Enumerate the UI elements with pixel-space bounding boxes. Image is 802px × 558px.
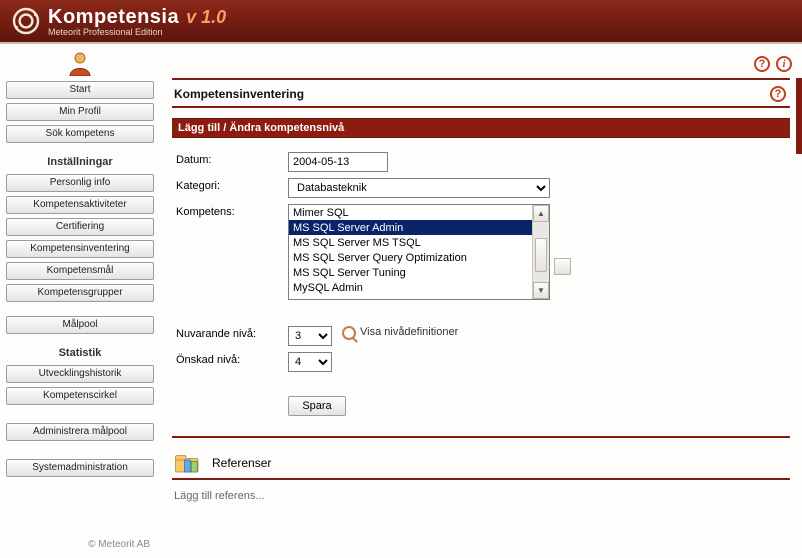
sidebar-item-min-profil[interactable]: Min Profil <box>6 103 154 121</box>
logo-icon <box>10 5 42 37</box>
label-kategori: Kategori: <box>176 178 288 192</box>
page-title: Kompetensinventering <box>174 87 304 101</box>
sidebar-item-personlig-info[interactable]: Personlig info <box>6 174 154 192</box>
list-item[interactable]: MS SQL Server Tuning <box>289 265 532 280</box>
listbox-scrollbar[interactable]: ▲ ▼ <box>532 205 549 299</box>
list-item[interactable]: MS SQL Server Admin <box>289 220 532 235</box>
scroll-up-icon[interactable]: ▲ <box>533 205 549 222</box>
label-datum: Datum: <box>176 152 288 166</box>
onskad-select[interactable]: 4 <box>288 352 332 372</box>
sidebar-item-kompetensmal[interactable]: Kompetensmål <box>6 262 154 280</box>
brand-version: v 1.0 <box>186 7 226 27</box>
sidebar-item-administrera-malpool[interactable]: Administrera målpool <box>6 423 154 441</box>
add-reference-link[interactable]: Lägg till referens... <box>172 488 790 508</box>
sidebar-item-kompetensaktiviteter[interactable]: Kompetensaktiviteter <box>6 196 154 214</box>
copyright: © Meteorit AB <box>6 539 154 554</box>
kategori-select[interactable]: Databasteknik <box>288 178 550 198</box>
datum-field[interactable] <box>288 152 388 172</box>
label-kompetens: Kompetens: <box>176 204 288 218</box>
sidebar-item-start[interactable]: Start <box>6 81 154 99</box>
list-item[interactable]: MS SQL Server Query Optimization <box>289 250 532 265</box>
level-definitions-link[interactable]: Visa nivådefinitioner <box>360 326 458 338</box>
sidebar-item-kompetenscirkel[interactable]: Kompetenscirkel <box>6 387 154 405</box>
aux-scrollbar[interactable] <box>554 258 571 276</box>
sidebar-item-malpool[interactable]: Målpool <box>6 316 154 334</box>
magnifier-icon <box>342 326 356 340</box>
sidebar-heading-statistik: Statistik <box>6 347 154 359</box>
section-title: Lägg till / Ändra kompetensnivå <box>172 118 790 138</box>
scroll-thumb[interactable] <box>535 238 547 272</box>
sidebar-item-kompetensinventering[interactable]: Kompetensinventering <box>6 240 154 258</box>
main-content: Kompetensinventering ? Lägg till / Ändra… <box>160 44 802 558</box>
kompetens-listbox[interactable]: Mimer SQL MS SQL Server Admin MS SQL Ser… <box>288 204 550 300</box>
sidebar-heading-installningar: Inställningar <box>6 156 154 168</box>
save-button[interactable]: Spara <box>288 396 346 416</box>
references-title: Referenser <box>212 456 271 470</box>
list-item[interactable]: MySQL Admin <box>289 280 532 295</box>
sidebar-item-systemadministration[interactable]: Systemadministration <box>6 459 154 477</box>
list-item[interactable]: MS SQL Server MS TSQL <box>289 235 532 250</box>
sidebar: Start Min Profil Sök kompetens Inställni… <box>0 44 160 558</box>
scroll-down-icon[interactable]: ▼ <box>533 282 549 299</box>
sidebar-item-utvecklingshistorik[interactable]: Utvecklingshistorik <box>6 365 154 383</box>
list-item[interactable]: Mimer SQL <box>289 205 532 220</box>
nuvarande-select[interactable]: 3 <box>288 326 332 346</box>
app-banner: Kompetensia v 1.0 Meteorit Professional … <box>0 0 802 44</box>
sidebar-item-certifiering[interactable]: Certifiering <box>6 218 154 236</box>
profile-avatar-icon <box>6 50 154 76</box>
sidebar-item-kompetensgrupper[interactable]: Kompetensgrupper <box>6 284 154 302</box>
sidebar-item-sok-kompetens[interactable]: Sök kompetens <box>6 125 154 143</box>
panel-help-icon[interactable]: ? <box>770 86 786 102</box>
references-icon <box>174 452 204 474</box>
label-nuvarande: Nuvarande nivå: <box>176 326 288 340</box>
panel-right-accent <box>796 78 802 154</box>
brand-name: Kompetensia <box>48 6 179 28</box>
label-onskad: Önskad nivå: <box>176 352 288 366</box>
